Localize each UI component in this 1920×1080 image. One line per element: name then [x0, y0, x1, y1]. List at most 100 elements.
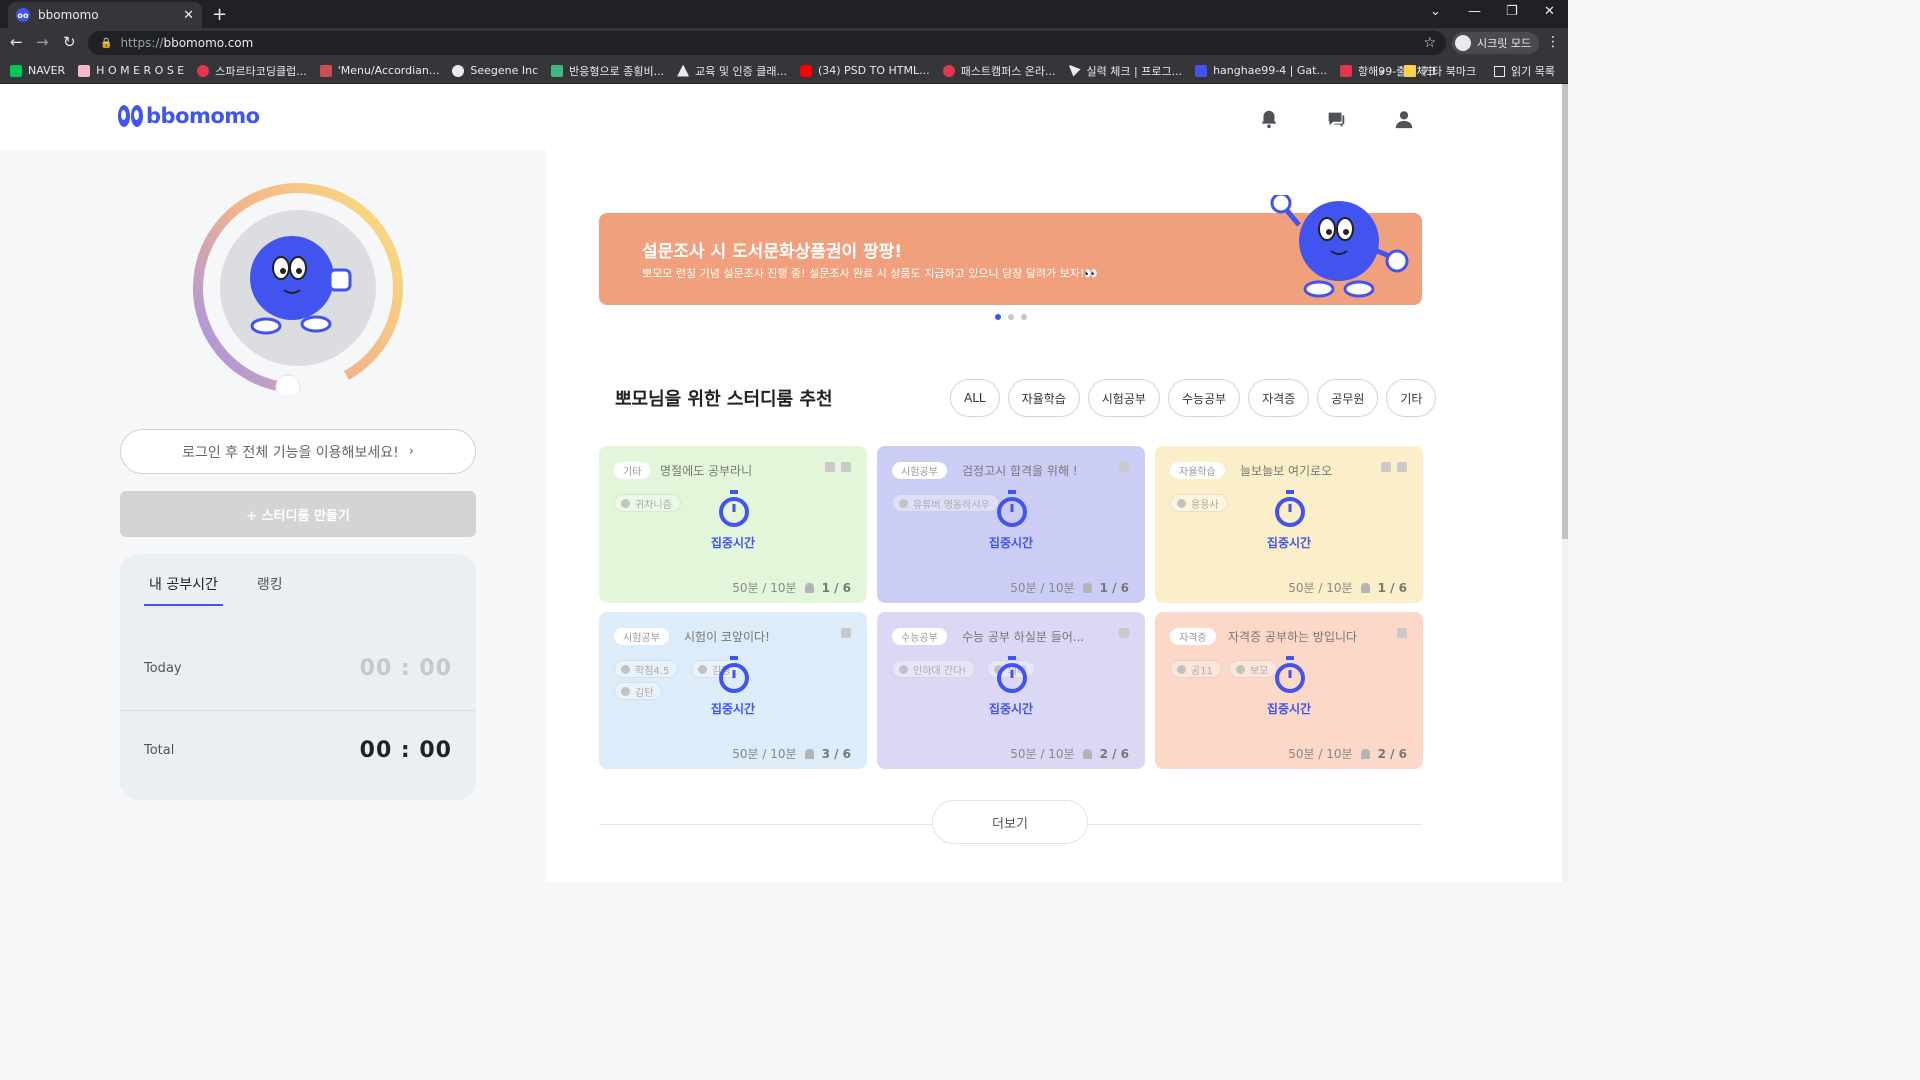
card-icons — [1391, 628, 1407, 638]
bookmark-item[interactable]: H O M E R O S E — [78, 64, 184, 77]
filter-all[interactable]: ALL — [950, 379, 1000, 417]
banner-subtitle: 뽀모모 런칭 기념 설문조사 진행 중! 설문조사 완료 시 상품도 지급하고 … — [642, 267, 1099, 280]
bookmark-item[interactable]: Seegene Inc — [452, 64, 538, 77]
card-category-badge: 시험공부 — [614, 628, 669, 645]
study-room-card[interactable]: 시험공부 검정고시 합격을 위해 ! 유튜버 영동하시우 집중시간 50분 / … — [877, 446, 1145, 603]
card-time: 50분 / 10분 — [1288, 747, 1353, 761]
chat-icon[interactable] — [1325, 108, 1347, 130]
card-category-badge: 기타 — [614, 462, 651, 479]
create-study-room-button[interactable]: + 스터디룸 만들기 — [120, 491, 476, 537]
filter-certificate[interactable]: 자격증 — [1248, 379, 1310, 417]
pagination-dot[interactable] — [995, 314, 1001, 320]
bookmark-item[interactable]: 스파르타코딩클럽... — [197, 63, 307, 79]
bookmark-item[interactable]: hanghae99-4 | Gat... — [1195, 64, 1327, 77]
tab-my-study-time[interactable]: 내 공부시간 — [144, 574, 223, 606]
url-scheme: https:// — [120, 36, 164, 50]
today-value: 00 : 00 — [359, 656, 452, 681]
bookmark-item[interactable]: 패스트캠퍼스 온라... — [942, 63, 1056, 79]
back-icon[interactable]: ← — [10, 33, 23, 51]
login-prompt-button[interactable]: 로그인 후 전체 기능을 이용해보세요! › — [120, 429, 476, 474]
study-room-card[interactable]: 기타 명절에도 공부라니 귀차니즘 집중시간 50분 / 10분 1 / 6 — [599, 446, 867, 603]
right-panel: 설문조사 시 도서문화상품권이 팡팡! 뽀모모 런칭 기념 설문조사 진행 중!… — [546, 150, 1562, 882]
card-meta: 50분 / 10분 1 / 6 — [732, 579, 851, 596]
bookmark-favicon-icon — [799, 64, 812, 77]
reading-list[interactable]: 읽기 목록 — [1494, 58, 1555, 84]
study-room-card[interactable]: 수능공부 수능 공부 하실분 들어... 인하대 간다! 의대 집중시간 50분 … — [877, 612, 1145, 769]
folder-icon — [1404, 65, 1416, 77]
tab-ranking[interactable]: 랭킹 — [257, 574, 283, 606]
browser-tab[interactable]: oo bbomomo ✕ — [8, 2, 202, 28]
card-title: 늘보늘보 여기로오 — [1240, 464, 1333, 478]
browser-menu-icon[interactable]: ⋮ — [1546, 34, 1560, 50]
forward-icon[interactable]: → — [36, 33, 49, 51]
filter-csat[interactable]: 수능공부 — [1167, 379, 1241, 417]
bookmark-favicon-icon — [319, 64, 332, 77]
incognito-indicator[interactable]: 시크릿 모드 — [1452, 32, 1540, 54]
tag: 용용사 — [1170, 494, 1228, 512]
promo-banner[interactable]: 설문조사 시 도서문화상품권이 팡팡! 뽀모모 런칭 기념 설문조사 진행 중!… — [599, 195, 1422, 305]
avatar-dot-icon — [899, 498, 908, 508]
page-scrollbar[interactable] — [1562, 84, 1568, 882]
pagination-dot[interactable] — [1008, 314, 1014, 320]
bookmark-item[interactable]: 'Menu/Accordian... — [319, 64, 439, 77]
focus-time-label: 집중시간 — [710, 536, 756, 550]
lock-icon — [1381, 462, 1391, 472]
study-room-card[interactable]: 자격증 자격증 공부하는 방입니다 공11 보모 집중시간 50분 / 10분 2… — [1155, 612, 1423, 769]
waving-mascot-icon — [1270, 195, 1409, 298]
tab-search-icon[interactable]: ⌄ — [1430, 4, 1441, 19]
study-room-card[interactable]: 자율학습 늘보늘보 여기로오 용용사 집중시간 50분 / 10분 1 / 6 — [1155, 446, 1423, 603]
lock-icon: 🔒 — [100, 37, 113, 49]
reading-list-icon — [1494, 65, 1505, 77]
bookmark-item[interactable]: 교육 및 인증 클래... — [677, 63, 787, 79]
reload-icon[interactable]: ↻ — [63, 33, 76, 51]
address-bar[interactable]: 🔒 https:// bbomomo.com ☆ — [88, 31, 1446, 55]
filter-exam[interactable]: 시험공부 — [1087, 379, 1160, 417]
card-icons — [819, 462, 851, 472]
bookmark-item[interactable]: 실력 체크 | 프로그... — [1068, 63, 1182, 79]
bookmark-favicon-icon — [78, 64, 91, 77]
new-tab-icon[interactable]: + — [212, 4, 227, 25]
total-row: Total 00 : 00 — [120, 734, 476, 766]
more-button[interactable]: 더보기 — [932, 800, 1088, 844]
scrollbar-thumb[interactable] — [1562, 84, 1568, 539]
card-category-badge: 수능공부 — [892, 628, 947, 645]
study-room-card[interactable]: 시험공부 시험이 코앞이다! 학점4.5 김경 김탄 집중시간 50분 / 10분 … — [599, 612, 867, 769]
bookmarks-overflow-button[interactable]: » — [1378, 58, 1385, 84]
chevron-right-icon: › — [408, 444, 414, 459]
other-bookmarks[interactable]: 기타 북마크 — [1404, 58, 1476, 84]
bookmark-star-icon[interactable]: ☆ — [1423, 35, 1436, 51]
focus-time-label: 집중시간 — [988, 702, 1034, 716]
pagination-dot[interactable] — [1021, 314, 1027, 320]
browser-toolbar: ← → ↻ 🔒 https:// bbomomo.com ☆ 시크릿 모드 ⋮ — [0, 28, 1568, 58]
bookmark-item[interactable]: (34) PSD TO HTML... — [799, 64, 930, 77]
browser-tabbar: oo bbomomo ✕ + ⌄ — ❐ ✕ — [0, 0, 1568, 28]
logo[interactable]: bbomomo — [118, 104, 260, 128]
bookmark-favicon-icon — [551, 64, 564, 77]
filter-civil-service[interactable]: 공무원 — [1317, 379, 1379, 417]
camera-icon — [1119, 462, 1129, 472]
filter-self-study[interactable]: 자율학습 — [1007, 379, 1080, 417]
card-people: 2 / 6 — [1377, 746, 1407, 761]
person-icon — [1082, 748, 1092, 759]
close-tab-icon[interactable]: ✕ — [183, 8, 194, 23]
card-meta: 50분 / 10분 1 / 6 — [1288, 579, 1407, 596]
avatar-dot-icon — [899, 664, 908, 674]
favicon-icon: oo — [16, 8, 30, 22]
bookmark-item[interactable]: 반응형으로 종횡비... — [551, 63, 664, 79]
card-time: 50분 / 10분 — [732, 581, 797, 595]
bell-icon[interactable] — [1258, 108, 1280, 130]
minimize-icon[interactable]: — — [1468, 4, 1481, 19]
card-title: 명절에도 공부라니 — [660, 464, 753, 478]
stopwatch-icon — [1275, 490, 1305, 527]
avatar-dot-icon — [621, 664, 630, 674]
user-icon[interactable] — [1393, 108, 1415, 130]
camera-icon — [1397, 462, 1407, 472]
restore-icon[interactable]: ❐ — [1506, 4, 1518, 19]
left-panel: 로그인 후 전체 기능을 이용해보세요! › + 스터디룸 만들기 내 공부시간… — [0, 150, 546, 882]
close-window-icon[interactable]: ✕ — [1544, 4, 1555, 19]
tag: 인하대 간다! — [892, 660, 976, 678]
card-people: 1 / 6 — [1099, 580, 1129, 595]
bookmark-item[interactable]: NAVER — [10, 64, 65, 77]
bookmark-favicon-icon — [1339, 64, 1352, 77]
filter-etc[interactable]: 기타 — [1386, 379, 1437, 417]
